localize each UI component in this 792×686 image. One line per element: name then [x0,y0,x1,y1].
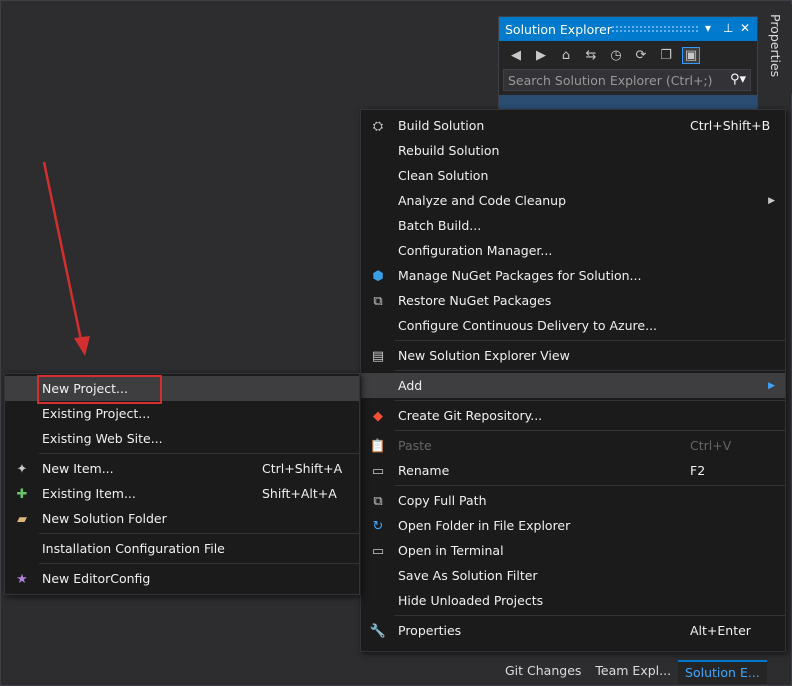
menu-rename[interactable]: ▭ Rename F2 [361,458,785,483]
properties-tab-label: Properties [768,14,783,78]
menu-separator [395,340,785,341]
new-view-icon: ▤ [371,348,385,364]
tab-team-explorer[interactable]: Team Expl... [588,660,678,684]
collapse-all-icon[interactable]: ❐ [657,48,675,63]
add-submenu: New Project... Existing Project... Exist… [4,373,360,595]
home-icon[interactable]: ⌂ [557,48,575,63]
git-icon: ◆ [373,408,383,424]
menu-new-solution-folder[interactable]: ▰ New Solution Folder [5,506,359,531]
solution-context-menu: ⛭ Build Solution Ctrl+Shift+B Rebuild Solu… [360,109,786,652]
menu-copy-full-path[interactable]: ⧉ Copy Full Path [361,488,785,513]
restore-packages-icon: ⧉ [373,293,383,309]
search-icon[interactable]: ⚲▾ [730,72,746,87]
terminal-icon: ▭ [371,543,385,559]
solution-explorer-search[interactable]: Search Solution Explorer (Ctrl+;) ⚲▾ [503,69,751,91]
menu-separator [39,563,359,564]
pending-changes-filter-icon[interactable]: ◷ [607,48,625,63]
menu-new-project[interactable]: New Project... [5,376,359,401]
close-icon[interactable]: ✕ [740,21,750,35]
menu-separator [395,485,785,486]
menu-properties[interactable]: 🔧 Properties Alt+Enter [361,618,785,643]
menu-separator [395,615,785,616]
menu-separator [39,533,359,534]
pin-icon[interactable]: ⊥ [723,21,733,35]
tab-solution-explorer[interactable]: Solution E... [678,660,767,684]
menu-rebuild-solution[interactable]: Rebuild Solution [361,138,785,163]
rename-icon: ▭ [371,463,385,479]
new-item-icon: ✦ [16,461,28,477]
menu-new-editorconfig[interactable]: ★ New EditorConfig [5,566,359,591]
solution-explorer-toolbar: ◀ ▶ ⌂ ⇆ ◷ ⟳ ❐ ▣ [499,41,757,69]
submenu-arrow-icon: ▶ [768,195,775,206]
menu-hide-unloaded[interactable]: Hide Unloaded Projects [361,588,785,613]
solution-explorer-panel: Solution Explorer ▾ ⊥ ✕ ◀ ▶ ⌂ ⇆ ◷ ⟳ ❐ ▣ … [498,16,758,116]
menu-existing-web-site[interactable]: Existing Web Site... [5,426,359,451]
open-folder-icon: ↻ [372,518,384,534]
menu-restore-nuget[interactable]: ⧉ Restore NuGet Packages [361,288,785,313]
back-icon[interactable]: ◀ [507,48,525,63]
menu-build-solution[interactable]: ⛭ Build Solution Ctrl+Shift+B [361,113,785,138]
tool-window-tabs: Git Changes Team Expl... Solution E... [498,660,767,684]
menu-open-terminal[interactable]: ▭ Open in Terminal [361,538,785,563]
menu-paste[interactable]: 📋 Paste Ctrl+V [361,433,785,458]
menu-installation-config[interactable]: Installation Configuration File [5,536,359,561]
menu-add[interactable]: Add ▶ [361,373,785,398]
menu-new-item[interactable]: ✦ New Item... Ctrl+Shift+A [5,456,359,481]
folder-icon: ▰ [17,511,27,527]
editorconfig-icon: ★ [16,571,28,587]
menu-configure-cd[interactable]: Configure Continuous Delivery to Azure..… [361,313,785,338]
menu-existing-project[interactable]: Existing Project... [5,401,359,426]
search-placeholder: Search Solution Explorer (Ctrl+;) [508,72,713,88]
titlebar-grip [611,25,699,33]
menu-new-se-view[interactable]: ▤ New Solution Explorer View [361,343,785,368]
menu-batch-build[interactable]: Batch Build... [361,213,785,238]
copy-icon: ⧉ [373,493,383,509]
existing-item-icon: ✚ [16,486,28,502]
submenu-arrow-icon: ▶ [768,380,775,391]
solution-explorer-title: Solution Explorer [505,21,612,37]
sync-icon[interactable]: ⟳ [632,48,650,63]
tab-git-changes[interactable]: Git Changes [498,660,588,684]
menu-configuration-manager[interactable]: Configuration Manager... [361,238,785,263]
switch-views-icon[interactable]: ⇆ [582,48,600,63]
show-all-files-icon[interactable]: ▣ [682,46,700,64]
wrench-icon: 🔧 [369,623,387,639]
solution-explorer-titlebar: Solution Explorer ▾ ⊥ ✕ [499,17,757,41]
menu-analyze-cleanup[interactable]: Analyze and Code Cleanup ▶ [361,188,785,213]
menu-save-solution-filter[interactable]: Save As Solution Filter [361,563,785,588]
menu-separator [39,453,359,454]
menu-create-git-repo[interactable]: ◆ Create Git Repository... [361,403,785,428]
build-icon: ⛭ [372,118,384,134]
menu-separator [395,430,785,431]
menu-existing-item[interactable]: ✚ Existing Item... Shift+Alt+A [5,481,359,506]
menu-separator [395,400,785,401]
nuget-icon: ⬢ [372,268,384,284]
paste-icon: 📋 [369,438,387,454]
properties-tab[interactable]: Properties [762,4,792,94]
menu-manage-nuget[interactable]: ⬢ Manage NuGet Packages for Solution... [361,263,785,288]
menu-open-folder[interactable]: ↻ Open Folder in File Explorer [361,513,785,538]
dropdown-icon[interactable]: ▾ [705,21,711,35]
menu-clean-solution[interactable]: Clean Solution [361,163,785,188]
menu-separator [395,370,785,371]
forward-icon[interactable]: ▶ [532,48,550,63]
